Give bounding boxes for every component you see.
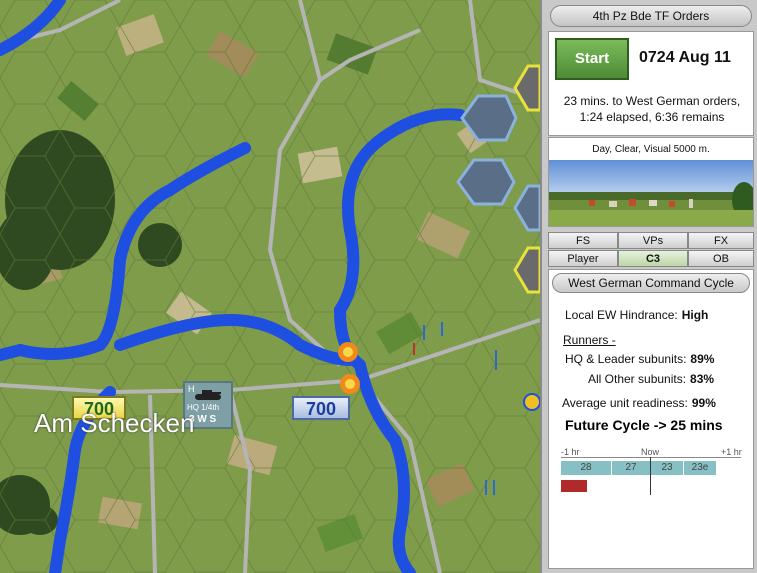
tab-player[interactable]: Player (548, 250, 618, 267)
elapsed-time: 1:24 elapsed, 6:36 remains (579, 110, 725, 124)
timeline-own-cycle-bar (561, 480, 587, 492)
c3-title: West German Command Cycle (552, 273, 750, 293)
tab-fs[interactable]: FS (548, 232, 618, 249)
town-label: Am Schecken (34, 408, 195, 438)
timeline-now-marker (650, 457, 651, 495)
tab-ob[interactable]: OB (688, 250, 754, 267)
orders-panel: 4th Pz Bde TF Orders Start 0724 Aug 11 2… (540, 0, 757, 573)
other-value: 83% (690, 372, 715, 386)
map-terrain (0, 0, 540, 573)
tab-c3[interactable]: C3 (618, 250, 688, 267)
tab-vps[interactable]: VPs (618, 232, 688, 249)
hq-label: HQ & Leader subunits: (565, 352, 687, 366)
ew-value: High (681, 308, 709, 322)
runners-label: Runners - (563, 333, 616, 347)
readiness-row: Average unit readiness: 99% (562, 396, 716, 410)
other-row: All Other subunits: 83% (588, 372, 714, 386)
objective-icon (523, 393, 540, 411)
start-button[interactable]: Start (555, 38, 629, 80)
c3-panel: West German Command Cycle Local EW Hindr… (548, 269, 754, 569)
tactical-map[interactable]: 700 700 H HQ 1/4th 3 W S Am Schecken (0, 0, 540, 573)
ew-row: Local EW Hindrance: High (565, 308, 708, 322)
future-cycle: Future Cycle -> 25 mins (565, 417, 723, 433)
timeline-axis (561, 457, 741, 458)
weather-box: Day, Clear, Visual 5000 m. (548, 137, 754, 227)
timeline-segment-3: 23 (651, 461, 683, 475)
timeline-left-label: -1 hr (561, 447, 580, 457)
tab-fx[interactable]: FX (688, 232, 754, 249)
game-clock: 0724 Aug 11 (639, 49, 731, 66)
timeline-now-label: Now (641, 447, 660, 457)
orders-countdown: 23 mins. to West German orders, (563, 94, 741, 108)
weather-text: Day, Clear, Visual 5000 m. (592, 144, 710, 155)
tank-icon (195, 390, 221, 400)
landscape-photo (549, 160, 753, 226)
timeline-segment-1: 28 (561, 461, 611, 475)
readiness-label: Average unit readiness: (562, 396, 688, 410)
timeline-segment-4: 23e (684, 461, 716, 475)
other-label: All Other subunits: (588, 372, 687, 386)
ew-label: Local EW Hindrance: (565, 308, 678, 322)
readiness-value: 99% (691, 396, 716, 410)
hq-value: 89% (690, 352, 715, 366)
vp-marker-right-value: 700 (305, 399, 337, 419)
vp-marker-right[interactable]: 700 (292, 396, 350, 420)
timeline-right-label: +1 hr (721, 447, 742, 457)
timeline-segment-2: 27 (612, 461, 650, 475)
turn-info-box: Start 0724 Aug 11 23 mins. to West Germa… (548, 31, 754, 136)
hq-row: HQ & Leader subunits: 89% (565, 352, 714, 366)
panel-title: 4th Pz Bde TF Orders (550, 5, 752, 27)
